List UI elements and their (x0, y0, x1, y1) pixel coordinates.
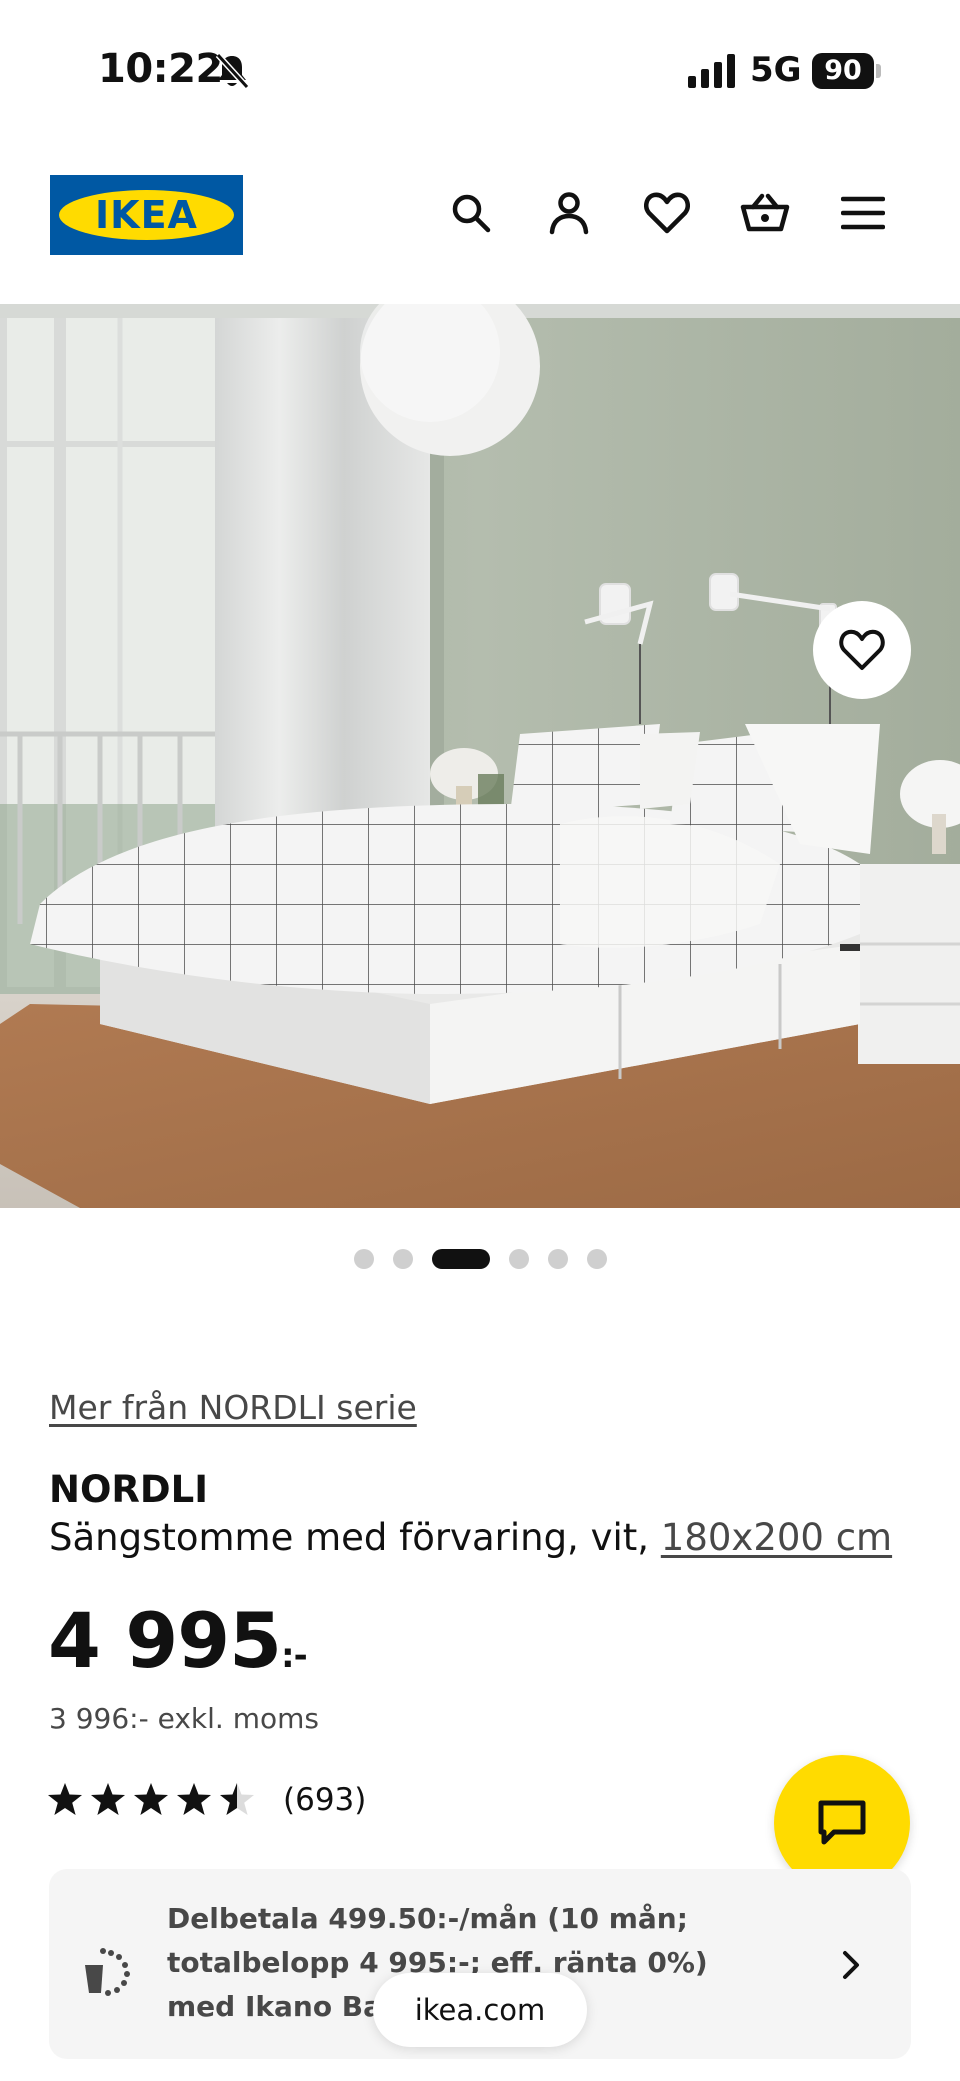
price: 4 995:- (48, 1596, 308, 1685)
carousel-dots (0, 1247, 960, 1271)
logo-text: IKEA (95, 193, 198, 237)
chevron-right-icon (843, 1951, 859, 1979)
carousel-dot[interactable] (353, 1249, 374, 1269)
installment-icon (85, 1948, 130, 1996)
add-to-favourites-button[interactable] (813, 601, 911, 699)
user-icon (549, 192, 589, 235)
star-icon (177, 1783, 211, 1815)
menu-icon (841, 196, 885, 230)
rating[interactable]: (693) (46, 1780, 366, 1820)
carousel-dot[interactable] (586, 1249, 607, 1269)
star-icon (220, 1783, 254, 1815)
account-button[interactable] (544, 188, 594, 238)
series-link[interactable]: Mer från NORDLI serie (49, 1388, 417, 1427)
ikea-logo[interactable]: IKEA (50, 175, 243, 255)
carousel-dot[interactable] (392, 1249, 413, 1269)
star-icon (134, 1783, 168, 1815)
bedroom-photo (0, 304, 960, 1208)
site-header: IKEA (0, 130, 960, 304)
status-bar: 10:22 5G 90 (0, 0, 960, 130)
heart-icon (839, 629, 885, 670)
product-image[interactable] (0, 304, 960, 1208)
battery-tip (876, 64, 881, 78)
favourites-button[interactable] (642, 188, 692, 238)
star-icon (48, 1783, 82, 1815)
size-link[interactable]: 180x200 cm (661, 1516, 892, 1559)
menu-button[interactable] (838, 188, 888, 238)
bell-muted-icon (215, 52, 250, 90)
carousel-dot[interactable] (547, 1249, 568, 1269)
price-suffix: :- (280, 1636, 308, 1676)
rating-count: (693) (283, 1782, 367, 1818)
status-time: 10:22 (98, 46, 223, 92)
battery-icon: 90 (812, 53, 874, 89)
product-name: NORDLI (49, 1468, 208, 1511)
network-type: 5G (750, 50, 802, 90)
basket-icon (740, 193, 790, 232)
browser-url-bar[interactable]: ikea.com (373, 1973, 587, 2047)
product-description-text: Sängstomme med förvaring, vit, (49, 1516, 661, 1559)
carousel-dot[interactable] (508, 1249, 529, 1269)
carousel-dot[interactable] (431, 1249, 490, 1269)
chat-icon (818, 1800, 866, 1845)
basket-button[interactable] (740, 188, 790, 238)
search-button[interactable] (446, 188, 496, 238)
heart-icon (644, 192, 690, 234)
rating-stars (46, 1781, 261, 1819)
price-value: 4 995 (48, 1596, 282, 1685)
price-excl-vat: 3 996:- exkl. moms (49, 1702, 319, 1735)
star-icon (91, 1783, 125, 1815)
cellular-signal-icon (688, 54, 735, 88)
search-icon (452, 194, 491, 233)
product-description: Sängstomme med förvaring, vit, 180x200 c… (49, 1516, 892, 1559)
